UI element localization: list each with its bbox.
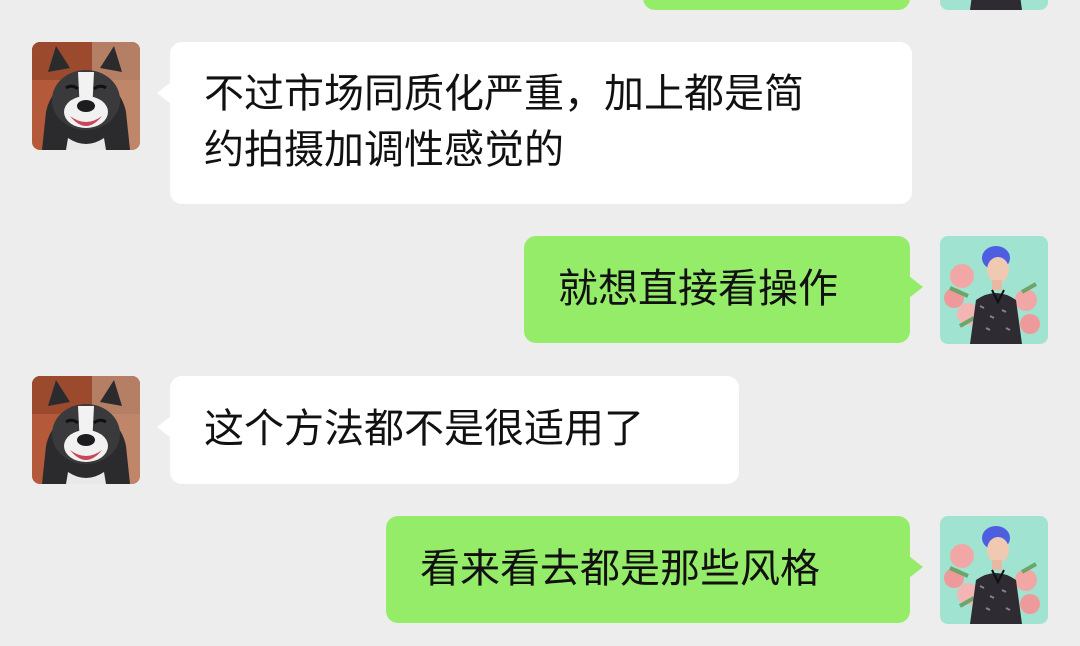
- message-text-line: 约拍摄加调性感觉的: [204, 127, 564, 173]
- dog-avatar[interactable]: [32, 376, 140, 484]
- message-text: 看来看去都是那些风格: [420, 546, 820, 592]
- bubble-tail: [909, 276, 923, 298]
- message-bubble-outgoing[interactable]: 看来看去都是那些风格: [386, 516, 923, 623]
- person-flowers-avatar[interactable]: [940, 0, 1048, 10]
- message-bubble-outgoing-partial[interactable]: [643, 0, 910, 10]
- message-text-line: 不过市场同质化严重，加上都是简: [204, 71, 804, 117]
- person-flowers-avatar[interactable]: [940, 516, 1048, 624]
- message-text: 就想直接看操作: [558, 266, 838, 312]
- message-bubble-incoming[interactable]: 这个方法都不是很适用了: [157, 376, 739, 484]
- message-text: 这个方法都不是很适用了: [204, 406, 644, 452]
- bubble-tail: [909, 556, 923, 578]
- dog-avatar[interactable]: [32, 42, 140, 150]
- message-bubble-outgoing[interactable]: 就想直接看操作: [524, 236, 923, 343]
- person-flowers-avatar[interactable]: [940, 236, 1048, 344]
- chat-area: 不过市场同质化严重，加上都是简 约拍摄加调性感觉的 就想直接看操作 这个方法都不…: [0, 0, 1080, 646]
- bubble-tail: [157, 82, 171, 104]
- message-bubble-incoming[interactable]: 不过市场同质化严重，加上都是简 约拍摄加调性感觉的: [157, 42, 912, 204]
- bubble-tail: [157, 416, 171, 438]
